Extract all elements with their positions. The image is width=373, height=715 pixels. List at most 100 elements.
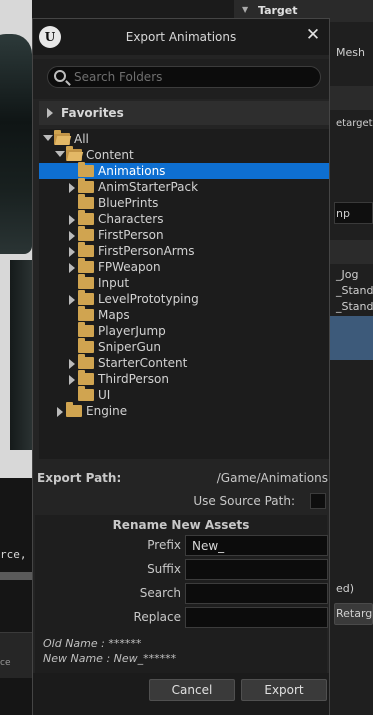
tree-item-label: Characters bbox=[98, 212, 164, 226]
search-box[interactable] bbox=[47, 66, 321, 88]
tree-item-engine[interactable]: Engine bbox=[39, 402, 329, 419]
export-path-label: Export Path: bbox=[37, 471, 122, 485]
export-button[interactable]: Export bbox=[241, 679, 327, 701]
folder-icon bbox=[78, 354, 94, 369]
chevron-right-icon[interactable] bbox=[69, 263, 75, 273]
export-path-value: /Game/Animations bbox=[216, 471, 328, 485]
list-item[interactable]: _Stand bbox=[336, 300, 373, 313]
tree-item-ui[interactable]: UI bbox=[39, 386, 329, 403]
tree-item-animations[interactable]: Animations bbox=[39, 162, 329, 179]
retarget-button-label: Retarg bbox=[336, 607, 373, 620]
folder-icon bbox=[78, 178, 94, 193]
tree-item-levelprototyping[interactable]: LevelPrototyping bbox=[39, 290, 329, 307]
list-item[interactable]: _Jog bbox=[336, 268, 358, 281]
folder-icon bbox=[78, 210, 94, 225]
chevron-right-icon[interactable] bbox=[69, 359, 75, 369]
folder-icon bbox=[78, 242, 94, 257]
mesh-label: Mesh bbox=[336, 46, 365, 59]
new-name-preview: New Name : New_****** bbox=[43, 652, 177, 665]
character-model-legs bbox=[10, 260, 32, 450]
scrollbar[interactable] bbox=[0, 572, 32, 580]
folder-icon bbox=[78, 162, 94, 177]
folder-icon bbox=[78, 370, 94, 385]
tree-item-label: SniperGun bbox=[98, 340, 161, 354]
prefix-label: Prefix bbox=[147, 538, 181, 552]
title-bar[interactable]: U Export Animations ✕ bbox=[33, 19, 329, 55]
chevron-right-icon[interactable] bbox=[69, 215, 75, 225]
tree-item-playerjump[interactable]: PlayerJump bbox=[39, 322, 329, 339]
folder-icon bbox=[78, 322, 94, 337]
tree-item-characters[interactable]: Characters bbox=[39, 210, 329, 227]
suffix-field[interactable] bbox=[185, 559, 328, 580]
chevron-down-icon[interactable] bbox=[55, 151, 65, 157]
tree-item-animstarterpack[interactable]: AnimStarterPack bbox=[39, 178, 329, 195]
chevron-right-icon[interactable] bbox=[57, 407, 63, 417]
use-source-path-checkbox[interactable] bbox=[310, 493, 326, 509]
tree-item-label: Engine bbox=[86, 404, 128, 418]
favorites-label: Favorites bbox=[61, 106, 124, 120]
use-source-path-label: Use Source Path: bbox=[193, 494, 295, 508]
retarget-label: etargete bbox=[336, 118, 373, 129]
chevron-right-icon[interactable] bbox=[69, 231, 75, 241]
tree-item-firstperson[interactable]: FirstPerson bbox=[39, 226, 329, 243]
tree-item-label: Content bbox=[86, 148, 134, 162]
ed-label: ed) bbox=[336, 582, 355, 595]
replace-field[interactable] bbox=[185, 607, 328, 628]
tree-item-all[interactable]: All bbox=[39, 130, 329, 147]
tree-item-label: UI bbox=[98, 388, 111, 402]
old-name-preview: Old Name : ****** bbox=[43, 637, 142, 650]
search-folders-input[interactable] bbox=[74, 69, 314, 85]
tree-item-label: FirstPerson bbox=[98, 228, 164, 242]
tree-item-label: BluePrints bbox=[98, 196, 159, 210]
tree-item-content[interactable]: Content bbox=[39, 146, 329, 163]
tree-item-fpweapon[interactable]: FPWeapon bbox=[39, 258, 329, 275]
tree-item-label: AnimStarterPack bbox=[98, 180, 199, 194]
tree-item-label: Input bbox=[98, 276, 130, 290]
content-panel-tab[interactable] bbox=[0, 632, 32, 678]
list-item[interactable]: _Stand bbox=[336, 284, 373, 297]
folder-icon bbox=[78, 226, 94, 241]
tree-item-input[interactable]: Input bbox=[39, 274, 329, 291]
tree-item-maps[interactable]: Maps bbox=[39, 306, 329, 323]
viewport-background: rce, ce bbox=[0, 0, 32, 715]
folder-icon bbox=[78, 258, 94, 273]
search-label: Search bbox=[139, 586, 181, 600]
folder-tree: All Content Animations AnimStarterPack BlueP… bbox=[39, 129, 329, 459]
details-panel-background: Target Mesh etargete np _Jog _Stand _Sta… bbox=[234, 0, 373, 715]
tree-item-label: StarterContent bbox=[98, 356, 188, 370]
tree-item-startercontent[interactable]: StarterContent bbox=[39, 354, 329, 371]
rename-heading: Rename New Assets bbox=[112, 518, 250, 532]
chevron-down-icon[interactable] bbox=[43, 135, 53, 141]
folder-icon bbox=[66, 402, 82, 417]
tree-item-label: FirstPersonArms bbox=[98, 244, 195, 258]
output-log-panel bbox=[0, 478, 32, 715]
tree-item-blueprints[interactable]: BluePrints bbox=[39, 194, 329, 211]
content-panel-label: ce bbox=[0, 658, 11, 668]
chevron-right-icon[interactable] bbox=[69, 375, 75, 385]
search-field[interactable] bbox=[185, 583, 328, 604]
search-icon bbox=[54, 70, 66, 82]
close-icon[interactable]: ✕ bbox=[301, 23, 325, 47]
tree-item-label: All bbox=[74, 132, 89, 146]
tree-item-label: ThirdPerson bbox=[98, 372, 169, 386]
tree-item-snipergun[interactable]: SniperGun bbox=[39, 338, 329, 355]
tree-item-label: PlayerJump bbox=[98, 324, 166, 338]
folder-icon bbox=[78, 306, 94, 321]
selected-list-item[interactable] bbox=[330, 316, 373, 360]
chevron-right-icon[interactable] bbox=[47, 108, 53, 118]
tree-item-label: LevelPrototyping bbox=[98, 292, 199, 306]
character-model bbox=[0, 34, 32, 254]
folder-icon bbox=[78, 274, 94, 289]
export-animations-dialog: U Export Animations ✕ Favorites All Conte… bbox=[32, 18, 330, 715]
cancel-button[interactable]: Cancel bbox=[149, 679, 235, 701]
folder-icon bbox=[54, 130, 70, 145]
chevron-right-icon[interactable] bbox=[69, 295, 75, 305]
chevron-right-icon[interactable] bbox=[69, 183, 75, 193]
folder-icon bbox=[78, 290, 94, 305]
prefix-field[interactable]: New_ bbox=[185, 535, 328, 556]
chevron-right-icon[interactable] bbox=[69, 247, 75, 257]
tree-item-firstpersonarms[interactable]: FirstPersonArms bbox=[39, 242, 329, 259]
rename-section: Rename New Assets Prefix New_ Suffix Sea… bbox=[35, 515, 328, 675]
tree-item-thirdperson[interactable]: ThirdPerson bbox=[39, 370, 329, 387]
favorites-section[interactable]: Favorites bbox=[39, 101, 329, 125]
